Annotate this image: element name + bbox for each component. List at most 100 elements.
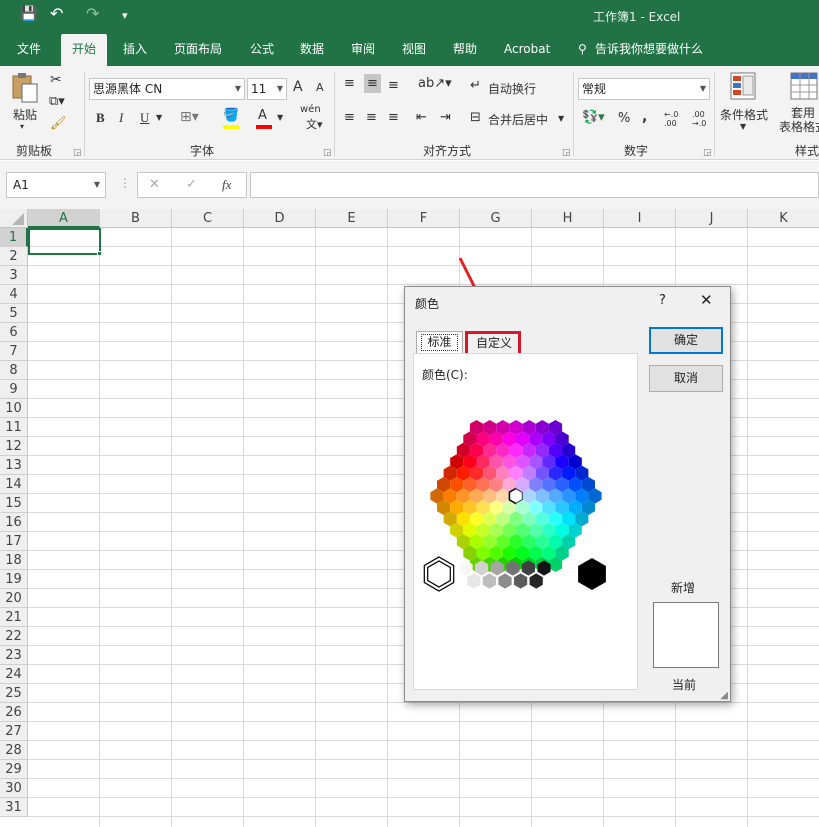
conditional-formatting-button[interactable]: 条件格式 xyxy=(720,106,768,123)
fill-handle[interactable] xyxy=(97,251,102,256)
grayscale-hex-cell[interactable] xyxy=(467,573,481,589)
tab-formulas[interactable]: 公式 xyxy=(250,34,274,66)
comma-style-button[interactable]: , xyxy=(642,109,647,125)
name-box[interactable]: A1 ▼ xyxy=(6,172,106,198)
tell-me-search[interactable]: 告诉我你想要做什么 xyxy=(595,34,703,66)
row-header-10[interactable]: 10 xyxy=(0,399,28,418)
row-header-28[interactable]: 28 xyxy=(0,741,28,760)
row-header-24[interactable]: 24 xyxy=(0,665,28,684)
row-header-31[interactable]: 31 xyxy=(0,798,28,817)
grayscale-hex-cell[interactable] xyxy=(427,560,451,588)
tab-view[interactable]: 视图 xyxy=(402,34,426,66)
underline-button[interactable]: U xyxy=(140,110,149,126)
italic-button[interactable]: I xyxy=(119,110,123,126)
ok-button[interactable]: 确定 xyxy=(649,327,723,354)
paste-icon[interactable] xyxy=(10,72,40,103)
grayscale-hex-cell[interactable] xyxy=(578,558,606,590)
borders-icon[interactable]: ⊞▾ xyxy=(180,109,199,125)
row-header-7[interactable]: 7 xyxy=(0,342,28,361)
row-header-6[interactable]: 6 xyxy=(0,323,28,342)
row-header-27[interactable]: 27 xyxy=(0,722,28,741)
orientation-icon[interactable]: ab↗▾ xyxy=(418,76,452,91)
column-header-f[interactable]: F xyxy=(388,209,460,228)
grayscale-hex-cell[interactable] xyxy=(521,560,535,576)
row-header-14[interactable]: 14 xyxy=(0,475,28,494)
shrink-font-button[interactable]: A xyxy=(316,81,324,94)
tab-file[interactable]: 文件 xyxy=(17,34,41,66)
format-as-table-button[interactable]: 套用 表格格式 xyxy=(773,106,819,134)
row-header-17[interactable]: 17 xyxy=(0,532,28,551)
resize-grip-icon[interactable]: ◢ xyxy=(720,690,728,701)
row-header-11[interactable]: 11 xyxy=(0,418,28,437)
enter-icon[interactable]: ✓ xyxy=(186,177,197,192)
phonetic-text-icon[interactable]: 文▾ xyxy=(306,116,323,132)
grayscale-hex-cell[interactable] xyxy=(514,573,528,589)
select-all-corner[interactable] xyxy=(0,209,28,228)
align-left-icon[interactable]: ≡ xyxy=(344,110,355,125)
align-right-icon[interactable]: ≡ xyxy=(388,110,399,125)
decrease-indent-icon[interactable]: ⇤ xyxy=(416,110,427,125)
row-header-23[interactable]: 23 xyxy=(0,646,28,665)
grayscale-hex-cell[interactable] xyxy=(537,560,551,576)
tab-page-layout[interactable]: 页面布局 xyxy=(174,34,222,66)
column-header-a[interactable]: A xyxy=(28,209,100,228)
row-header-15[interactable]: 15 xyxy=(0,494,28,513)
row-header-2[interactable]: 2 xyxy=(0,247,28,266)
close-icon[interactable]: ✕ xyxy=(700,291,713,309)
format-painter-icon[interactable]: 🖌 xyxy=(50,116,67,131)
row-header-13[interactable]: 13 xyxy=(0,456,28,475)
increase-indent-icon[interactable]: ⇥ xyxy=(440,110,451,125)
column-header-c[interactable]: C xyxy=(172,209,244,228)
cut-icon[interactable]: ✂ xyxy=(50,72,62,88)
row-header-26[interactable]: 26 xyxy=(0,703,28,722)
tab-standard[interactable]: 标准 xyxy=(416,331,463,354)
align-middle-icon[interactable]: ≡ xyxy=(364,74,381,93)
font-name-select[interactable]: 思源黑体 CN ▼ xyxy=(89,78,245,100)
row-header-16[interactable]: 16 xyxy=(0,513,28,532)
cancel-icon[interactable]: ✕ xyxy=(149,177,160,192)
alignment-launcher-icon[interactable]: ◲ xyxy=(562,148,571,158)
fill-color-icon[interactable]: 🪣 xyxy=(223,108,239,123)
redo-icon[interactable]: ↷ xyxy=(86,4,99,23)
column-header-b[interactable]: B xyxy=(100,209,172,228)
row-header-8[interactable]: 8 xyxy=(0,361,28,380)
formula-input[interactable] xyxy=(250,172,819,198)
help-icon[interactable]: ? xyxy=(659,293,666,308)
column-header-h[interactable]: H xyxy=(532,209,604,228)
chevron-down-icon[interactable]: ▼ xyxy=(277,113,283,122)
grayscale-hex-cell[interactable] xyxy=(482,573,496,589)
grayscale-hex-cell[interactable] xyxy=(459,560,473,576)
row-header-21[interactable]: 21 xyxy=(0,608,28,627)
increase-decimal-button[interactable]: ←.0 .00 xyxy=(664,110,688,128)
align-top-icon[interactable]: ≡ xyxy=(344,76,355,91)
copy-icon[interactable]: ⧉▾ xyxy=(49,94,65,109)
conditional-formatting-icon[interactable] xyxy=(730,72,758,105)
row-header-25[interactable]: 25 xyxy=(0,684,28,703)
column-header-j[interactable]: J xyxy=(676,209,748,228)
row-header-5[interactable]: 5 xyxy=(0,304,28,323)
row-header-22[interactable]: 22 xyxy=(0,627,28,646)
row-header-3[interactable]: 3 xyxy=(0,266,28,285)
column-header-i[interactable]: I xyxy=(604,209,676,228)
merge-center-icon[interactable]: ⊟ xyxy=(470,110,481,125)
row-header-1[interactable]: 1 xyxy=(0,228,28,247)
row-header-12[interactable]: 12 xyxy=(0,437,28,456)
chevron-down-icon[interactable]: ▼ xyxy=(156,113,162,122)
font-size-select[interactable]: 11 ▼ xyxy=(247,78,287,100)
tab-home[interactable]: 开始 xyxy=(61,34,108,66)
tab-data[interactable]: 数据 xyxy=(300,34,324,66)
row-header-18[interactable]: 18 xyxy=(0,551,28,570)
undo-icon[interactable]: ↶ xyxy=(50,4,63,23)
align-center-icon[interactable]: ≡ xyxy=(366,110,377,125)
number-format-select[interactable]: 常规 ▼ xyxy=(578,78,710,100)
number-launcher-icon[interactable]: ◲ xyxy=(703,148,712,158)
wrap-text-icon[interactable]: ↵ xyxy=(470,78,481,93)
font-launcher-icon[interactable]: ◲ xyxy=(323,148,332,158)
format-as-table-icon[interactable] xyxy=(790,72,819,105)
tab-review[interactable]: 审阅 xyxy=(351,34,375,66)
align-bottom-icon[interactable]: ≡ xyxy=(388,78,399,93)
chevron-down-icon[interactable]: ▼ xyxy=(558,114,564,123)
grayscale-hexagons[interactable] xyxy=(414,552,639,597)
row-header-19[interactable]: 19 xyxy=(0,570,28,589)
chevron-down-icon[interactable]: ▼ xyxy=(740,122,746,131)
